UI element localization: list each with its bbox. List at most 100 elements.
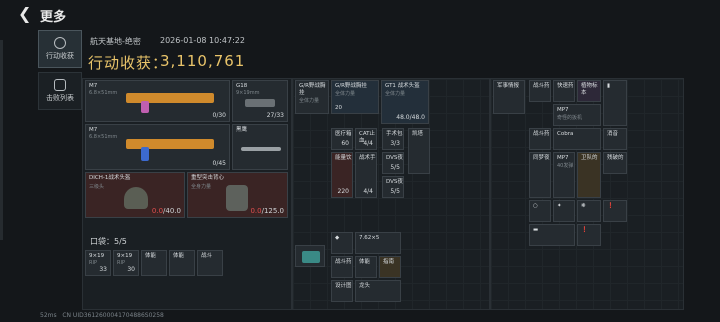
loot-item[interactable]: 卫队的 bbox=[577, 152, 601, 198]
weapon-name: M7 bbox=[89, 83, 98, 89]
item-count: 4/4 bbox=[363, 140, 373, 147]
left-edge-bar bbox=[0, 40, 3, 240]
backpack-item[interactable]: 龙头 bbox=[355, 280, 401, 302]
chest-rig-slot[interactable]: G/R野战胸挂全体力量 bbox=[295, 80, 329, 114]
armor-vest-icon bbox=[226, 185, 248, 211]
back-chevron-icon[interactable]: ❮ bbox=[18, 4, 31, 23]
loot-item[interactable]: ▮ bbox=[603, 80, 627, 126]
item-name: 体能 bbox=[173, 253, 185, 259]
loot-item[interactable]: ▬ bbox=[529, 224, 575, 246]
item-count: 4/4 bbox=[363, 188, 373, 195]
rig-item[interactable]: 凯塔 bbox=[408, 128, 430, 174]
item-count: 30 bbox=[127, 266, 135, 273]
item-name: 凯塔 bbox=[412, 131, 424, 137]
loot-item[interactable]: MP7 40发弹 bbox=[553, 152, 575, 198]
tab-raid-income[interactable]: 行动收获 bbox=[38, 30, 82, 68]
rig-item[interactable]: DVS夜 5/5 bbox=[382, 176, 404, 198]
item-sub: 全体力量 bbox=[299, 98, 320, 104]
backpack-item[interactable]: 指南 bbox=[379, 256, 401, 278]
map-name: 航天基地-绝密 bbox=[90, 37, 141, 46]
loot-item[interactable]: ❗ bbox=[603, 200, 627, 222]
item-icon-only: ○ bbox=[533, 203, 538, 209]
loot-item[interactable]: 同梦夜 bbox=[529, 152, 551, 198]
backpack-item[interactable]: 体能 bbox=[355, 256, 377, 278]
loot-item[interactable]: 战斗药 bbox=[529, 128, 551, 150]
item-icon-only: ▮ bbox=[607, 83, 611, 89]
chest-rig-slot[interactable]: G/R野战胸挂 全体力量 20 bbox=[331, 80, 379, 114]
secondary-weapon-slot[interactable]: M7 6.8×51mm 0/45 bbox=[85, 124, 230, 170]
backpack-slot[interactable]: GT1 战术头盔 全体力量 48.0/48.0 bbox=[381, 80, 429, 124]
footer-status: 52ms CN UID3612600041704886S0258 bbox=[40, 312, 164, 319]
item-count: 20 bbox=[335, 105, 342, 111]
rig-item[interactable]: DVS夜 5/5 bbox=[382, 152, 404, 174]
item-count: 60 bbox=[341, 140, 349, 147]
sidearm-slot[interactable]: G18 9×19mm 27/33 bbox=[232, 80, 288, 122]
item-name: MP7 bbox=[557, 155, 569, 161]
item-name: 9×19 bbox=[89, 253, 105, 259]
rig-item[interactable]: 能量饮 220 bbox=[331, 152, 353, 198]
pocket-item[interactable]: 体能 bbox=[141, 250, 167, 276]
rig-item[interactable]: 战术手 4/4 bbox=[355, 152, 377, 198]
case-icon bbox=[302, 251, 320, 263]
item-icon-only: ❗ bbox=[581, 227, 588, 233]
primary-weapon-slot[interactable]: M7 6.8×51mm 0/30 bbox=[85, 80, 230, 122]
loot-item[interactable]: 战斗药 bbox=[529, 80, 551, 102]
backpack-item[interactable] bbox=[295, 245, 325, 267]
loot-item[interactable]: 残破的 bbox=[603, 152, 627, 174]
magazine-icon bbox=[141, 147, 149, 161]
loot-item[interactable]: ○ bbox=[529, 200, 551, 222]
loot-item[interactable]: MP7 奇怪的扳机 bbox=[553, 104, 601, 126]
helmet-name: DICH-1战术头盔 bbox=[89, 175, 131, 181]
loot-item[interactable]: ✦ bbox=[553, 200, 575, 222]
rig-item[interactable]: 手术包 3/3 bbox=[382, 128, 404, 150]
melee-name: 黑鹰 bbox=[236, 127, 248, 133]
armor-name: 重型突击背心 bbox=[191, 175, 225, 181]
rig-item[interactable]: CAT止血 4/4 bbox=[355, 128, 377, 150]
target-icon bbox=[54, 37, 66, 49]
income-label: 行动收获： bbox=[88, 54, 169, 72]
person-icon bbox=[54, 79, 66, 91]
item-name: DVS夜 bbox=[386, 155, 403, 161]
pistol-icon bbox=[245, 99, 275, 107]
item-sub: 全体力量 bbox=[335, 91, 356, 97]
tab-label: 行动收获 bbox=[46, 52, 74, 60]
loot-item[interactable]: Cobra bbox=[553, 128, 601, 150]
item-name: 体能 bbox=[359, 259, 371, 265]
pocket-label: 口袋：5/5 bbox=[90, 236, 127, 247]
rifle-icon bbox=[126, 139, 214, 149]
pocket-item[interactable]: 战斗 bbox=[197, 250, 223, 276]
loot-item[interactable]: 消音 bbox=[603, 128, 627, 150]
melee-slot[interactable]: 黑鹰 bbox=[232, 124, 288, 170]
pocket-item[interactable]: 9×19 RIP 30 bbox=[113, 250, 139, 276]
armor-durability-max: /125.0 bbox=[261, 207, 284, 215]
pocket-item[interactable]: 9×19 RIP 33 bbox=[85, 250, 111, 276]
item-name: 同梦夜 bbox=[533, 155, 550, 161]
tab-kill-list[interactable]: 击败列表 bbox=[38, 72, 82, 110]
item-icon-only: ✦ bbox=[557, 203, 562, 209]
item-name: DVS夜 bbox=[386, 179, 403, 185]
armor-slot[interactable]: 重型突击背心 全身力量 0.0/125.0 bbox=[187, 172, 288, 218]
loot-item[interactable]: ❋ bbox=[577, 200, 601, 222]
backpack-item[interactable]: ◆ bbox=[331, 232, 353, 254]
item-name: G/R野战胸挂 bbox=[299, 83, 326, 96]
item-sub: 奇怪的扳机 bbox=[557, 115, 583, 121]
item-name: 战术手 bbox=[359, 155, 376, 161]
loot-item[interactable]: 军事情报 bbox=[493, 80, 525, 114]
pocket-title: 口袋： bbox=[90, 237, 114, 246]
player-uid: CN UID3612600041704886S0258 bbox=[62, 312, 164, 319]
loot-item[interactable]: ❗ bbox=[577, 224, 601, 246]
pocket-item[interactable]: 体能 bbox=[169, 250, 195, 276]
item-name: MP7 bbox=[557, 107, 569, 113]
item-name: 战斗药 bbox=[533, 83, 550, 89]
loot-item[interactable]: 植物标本 bbox=[577, 80, 601, 102]
item-name: 设计图 bbox=[335, 283, 352, 289]
backpack-item[interactable]: 战斗药 bbox=[331, 256, 353, 278]
weapon-caliber: 6.8×51mm bbox=[89, 134, 118, 140]
helmet-slot[interactable]: DICH-1战术头盔 三级头 0.0/40.0 bbox=[85, 172, 185, 218]
backpack-item[interactable]: 7.62×5 bbox=[355, 232, 401, 254]
backpack-item[interactable]: 设计图 bbox=[331, 280, 353, 302]
item-count: 33 bbox=[99, 266, 107, 273]
loot-item[interactable]: 快速药 bbox=[553, 80, 575, 102]
rig-item[interactable]: 医疗箱 60 bbox=[331, 128, 353, 150]
item-name: 9×19 bbox=[117, 253, 133, 259]
